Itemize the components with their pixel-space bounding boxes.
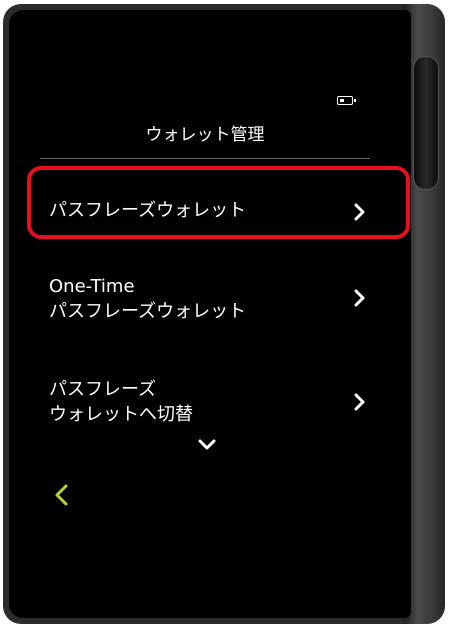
menu-item-one-time-passphrase-wallet[interactable]: One-Time パスフレーズウォレット	[49, 274, 379, 324]
menu-item-switch-to-passphrase-wallet[interactable]: パスフレーズ ウォレットへ切替	[49, 377, 379, 427]
menu-item-label-line1: パスフレーズ	[49, 379, 157, 400]
selection-highlight	[27, 166, 410, 239]
chevron-left-icon[interactable]	[52, 483, 72, 507]
page-title: ウォレット管理	[145, 125, 265, 145]
battery-icon	[337, 96, 356, 105]
chevron-right-icon	[354, 289, 365, 307]
side-button[interactable]	[413, 56, 439, 190]
chevron-right-icon	[354, 393, 365, 411]
menu-item-label-line2: パスフレーズウォレット	[49, 301, 247, 322]
title-divider	[40, 158, 370, 159]
menu-item-label-line1: One-Time	[49, 276, 135, 297]
menu-item-label-line2: ウォレットへ切替	[49, 404, 193, 425]
chevron-down-icon[interactable]	[196, 437, 218, 453]
